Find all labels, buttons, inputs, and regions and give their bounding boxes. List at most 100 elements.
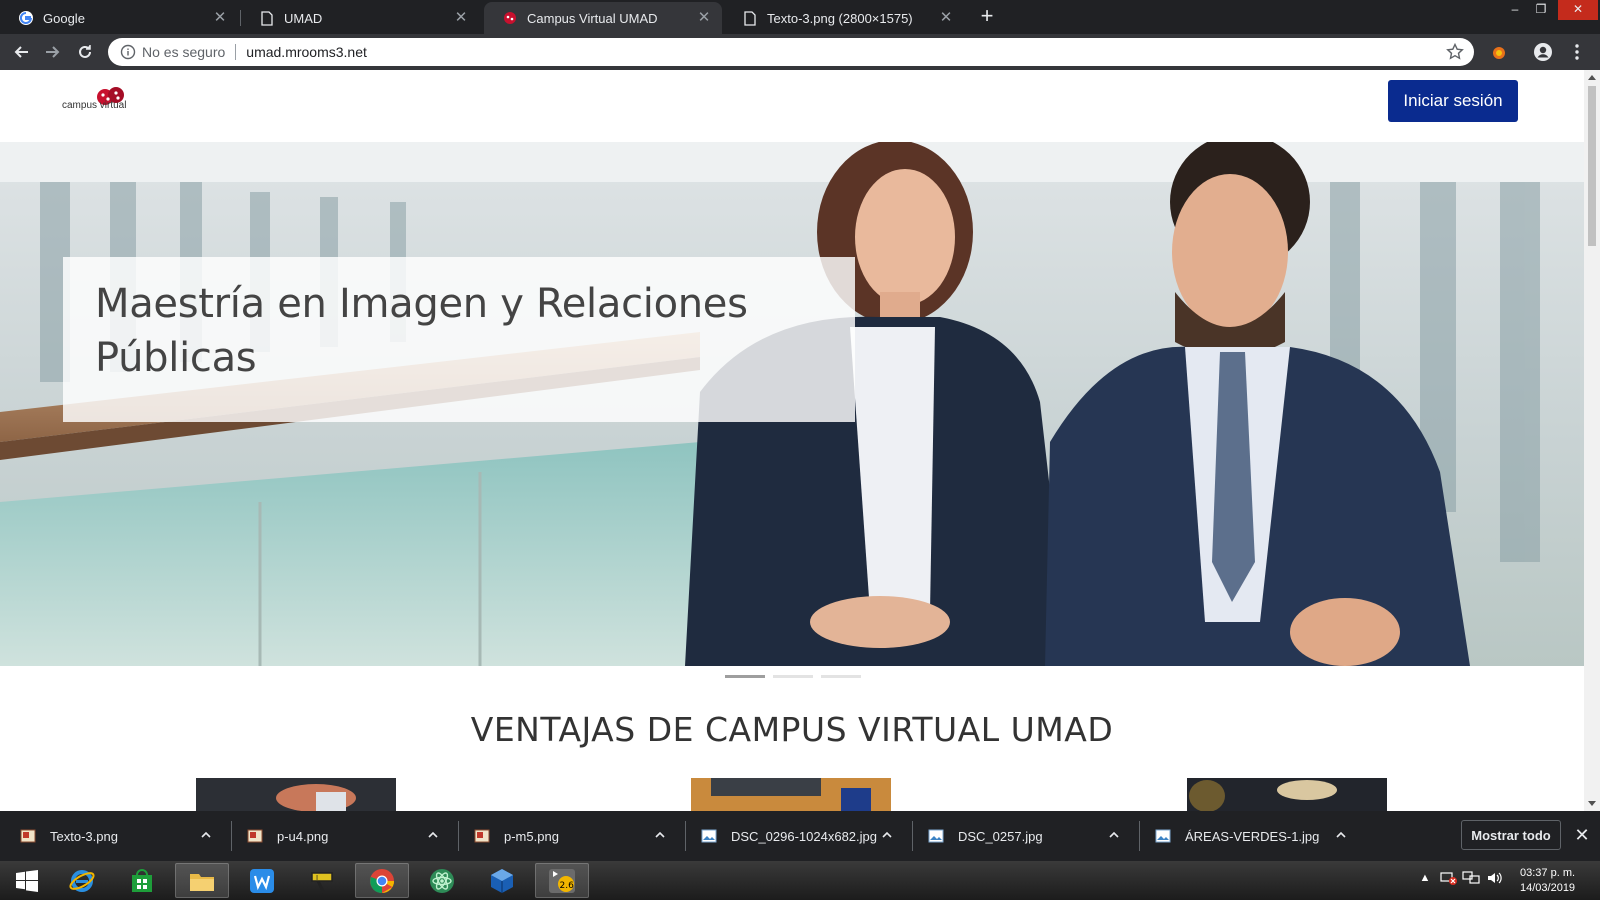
logo-text: campus virtual <box>62 100 127 111</box>
tab-google[interactable]: Google ✕ <box>0 2 238 34</box>
internet-explorer-icon[interactable] <box>55 863 109 898</box>
windows-taskbar: I 2.6 ▲ 03:37 p. m. 14/03/2019 <box>0 861 1600 900</box>
tool-icon[interactable]: I <box>295 863 349 898</box>
divider <box>912 821 913 851</box>
chevron-up-icon[interactable] <box>654 829 666 841</box>
download-item[interactable]: ÁREAS-VERDES-1.jpg <box>1155 811 1355 861</box>
tab-title: UMAD <box>284 10 323 26</box>
tab-title: Google <box>43 10 85 26</box>
download-filename: p-m5.png <box>504 828 559 844</box>
campus-virtual-logo[interactable]: campus virtual <box>62 86 152 118</box>
jpg-file-icon <box>1155 829 1171 843</box>
reload-icon[interactable] <box>74 41 96 63</box>
show-all-downloads-button[interactable]: Mostrar todo <box>1461 820 1561 850</box>
benefit-image-1 <box>196 778 396 811</box>
page-icon <box>742 10 758 26</box>
download-filename: DSC_0296-1024x682.jpg <box>731 828 877 844</box>
carousel-indicators <box>725 675 861 678</box>
minimize-icon[interactable]: – <box>1502 0 1528 20</box>
close-icon[interactable]: ✕ <box>453 10 469 26</box>
url-text[interactable]: umad.mrooms3.net <box>246 44 367 60</box>
download-item[interactable]: DSC_0296-1024x682.jpg <box>701 811 901 861</box>
network-alert-icon[interactable] <box>1440 869 1458 887</box>
page-scrollbar[interactable] <box>1584 70 1600 811</box>
extension-icon[interactable] <box>1488 41 1510 63</box>
forward-icon[interactable] <box>42 41 64 63</box>
download-item[interactable]: p-u4.png <box>247 811 447 861</box>
downloads-bar: Texto-3.png p-u4.png p-m5.png DSC_0296-1… <box>0 811 1600 861</box>
umad-favicon-icon <box>502 10 518 26</box>
scroll-down-arrow-icon[interactable] <box>1588 801 1596 806</box>
close-downloads-icon[interactable]: ✕ <box>1573 826 1591 844</box>
browser-tab-strip: Google ✕ UMAD ✕ Campus Virtual UMAD ✕ Te… <box>0 0 1600 34</box>
clock-time: 03:37 p. m. <box>1520 867 1576 879</box>
download-filename: DSC_0257.jpg <box>958 828 1043 844</box>
system-clock[interactable]: 03:37 p. m. 14/03/2019 <box>1520 866 1575 896</box>
close-icon[interactable]: ✕ <box>212 10 228 26</box>
site-header: campus virtual Iniciar sesión <box>0 70 1584 142</box>
download-item[interactable]: Texto-3.png <box>20 811 220 861</box>
divider <box>1139 821 1140 851</box>
scrollbar-thumb[interactable] <box>1588 86 1596 246</box>
gimp-icon[interactable]: 2.6 <box>535 863 589 898</box>
divider <box>458 821 459 851</box>
svg-text:I: I <box>316 874 318 882</box>
divider <box>685 821 686 851</box>
address-bar[interactable]: No es seguro umad.mrooms3.net <box>108 38 1474 66</box>
close-icon[interactable]: ✕ <box>938 10 954 26</box>
png-file-icon <box>474 829 490 843</box>
chevron-up-icon[interactable] <box>1335 829 1347 841</box>
show-hidden-icons-icon[interactable]: ▲ <box>1416 869 1434 887</box>
page-viewport: campus virtual Iniciar sesión Maestría e… <box>0 70 1584 811</box>
download-filename: ÁREAS-VERDES-1.jpg <box>1185 828 1320 844</box>
window-close-icon[interactable]: ✕ <box>1558 0 1598 20</box>
wps-icon[interactable] <box>235 863 289 898</box>
chevron-up-icon[interactable] <box>200 829 212 841</box>
scroll-up-arrow-icon[interactable] <box>1588 75 1596 80</box>
gimp-badge: 2.6 <box>560 881 575 891</box>
benefit-image-2 <box>691 778 891 811</box>
windows-start-icon[interactable] <box>0 863 54 898</box>
download-item[interactable]: DSC_0257.jpg <box>928 811 1128 861</box>
png-file-icon <box>20 829 36 843</box>
login-button[interactable]: Iniciar sesión <box>1388 80 1518 122</box>
divider <box>235 44 237 60</box>
bookmark-star-icon[interactable] <box>1446 43 1464 61</box>
download-filename: Texto-3.png <box>50 828 118 844</box>
menu-icon[interactable] <box>1566 41 1588 63</box>
volume-icon[interactable] <box>1486 869 1504 887</box>
jpg-file-icon <box>928 829 944 843</box>
tab-title: Campus Virtual UMAD <box>527 10 658 26</box>
security-label[interactable]: No es seguro <box>142 44 225 60</box>
network-icon[interactable] <box>1462 869 1480 887</box>
atom-icon[interactable] <box>415 863 469 898</box>
hero-caption-title: Maestría en Imagen y Relaciones Públicas <box>95 281 748 381</box>
chrome-icon[interactable] <box>355 863 409 898</box>
profile-icon[interactable] <box>1532 41 1554 63</box>
download-item[interactable]: p-m5.png <box>474 811 674 861</box>
back-icon[interactable] <box>10 41 32 63</box>
virtualbox-icon[interactable] <box>475 863 529 898</box>
tab-umad[interactable]: UMAD ✕ <box>241 2 479 34</box>
new-tab-button[interactable]: + <box>976 5 998 28</box>
chevron-up-icon[interactable] <box>427 829 439 841</box>
page-icon <box>259 10 275 26</box>
tab-texto-3[interactable]: Texto-3.png (2800×1575) ✕ <box>724 2 964 34</box>
browser-toolbar: No es seguro umad.mrooms3.net <box>0 34 1600 70</box>
file-explorer-icon[interactable] <box>175 863 229 898</box>
chevron-up-icon[interactable] <box>881 829 893 841</box>
carousel-indicator-2[interactable] <box>773 675 813 678</box>
info-icon[interactable] <box>120 44 136 60</box>
carousel-indicator-1[interactable] <box>725 675 765 678</box>
chevron-up-icon[interactable] <box>1108 829 1120 841</box>
restore-icon[interactable]: ❐ <box>1528 0 1554 20</box>
carousel-indicator-3[interactable] <box>821 675 861 678</box>
png-file-icon <box>247 829 263 843</box>
store-icon[interactable] <box>115 863 169 898</box>
hero-carousel[interactable]: Maestría en Imagen y Relaciones Públicas <box>0 142 1584 666</box>
hero-caption-box: Maestría en Imagen y Relaciones Públicas <box>63 257 855 422</box>
divider <box>231 821 232 851</box>
google-icon <box>18 10 34 26</box>
close-icon[interactable]: ✕ <box>696 10 712 26</box>
tab-campus-virtual[interactable]: Campus Virtual UMAD ✕ <box>484 2 722 34</box>
